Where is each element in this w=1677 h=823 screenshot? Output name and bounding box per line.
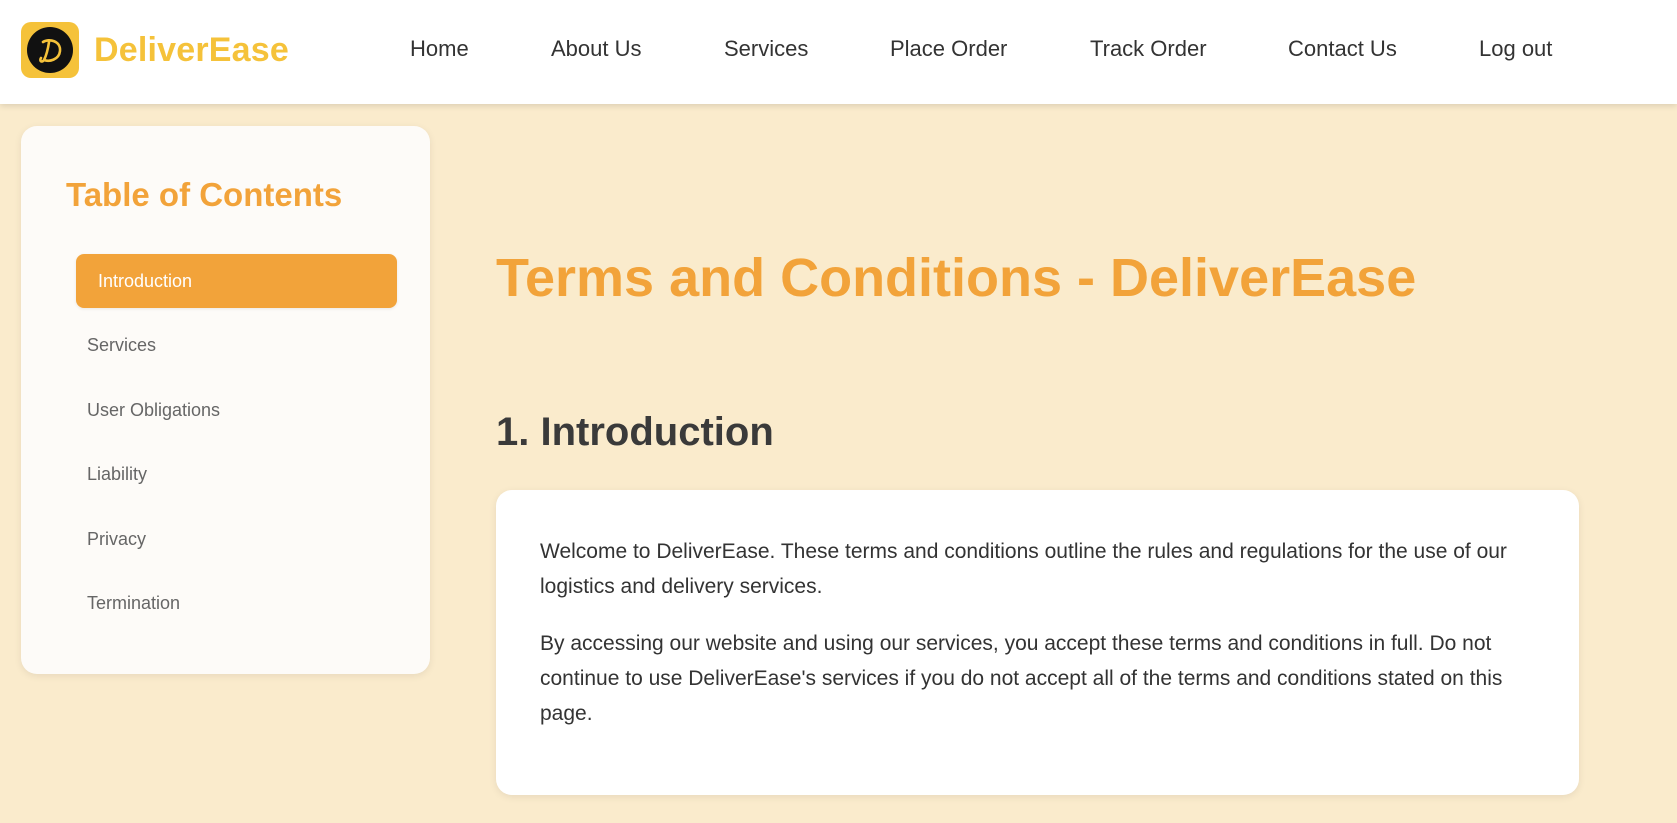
introduction-card: Welcome to DeliverEase. These terms and … (496, 490, 1579, 795)
nav-home-link[interactable]: Home (410, 36, 469, 62)
page-title: Terms and Conditions - DeliverEase (496, 248, 1417, 308)
nav-logout-link[interactable]: Log out (1479, 36, 1552, 62)
toc-item-introduction[interactable]: Introduction (76, 254, 397, 308)
nav-place-order-link[interactable]: Place Order (890, 36, 1007, 62)
toc-item-label: Introduction (98, 271, 193, 291)
top-navbar: DeliverEase Home About Us Services Place… (0, 0, 1677, 104)
nav-services-link[interactable]: Services (724, 36, 808, 62)
toc-item-user-obligations[interactable]: User Obligations (87, 400, 220, 421)
toc-item-termination[interactable]: Termination (87, 593, 180, 614)
acceptance-paragraph: By accessing our website and using our s… (540, 632, 1503, 725)
nav-track-order-link[interactable]: Track Order (1090, 36, 1207, 62)
main-nav: Home About Us Services Place Order Track… (0, 0, 1677, 98)
toc-title: Table of Contents (66, 176, 343, 213)
toc-item-liability[interactable]: Liability (87, 464, 147, 485)
nav-about-link[interactable]: About Us (551, 36, 642, 62)
table-of-contents: Table of Contents Introduction Services … (21, 126, 430, 674)
toc-item-privacy[interactable]: Privacy (87, 529, 146, 550)
nav-contact-link[interactable]: Contact Us (1288, 36, 1397, 62)
section-heading: 1. Introduction (496, 410, 774, 454)
toc-item-services[interactable]: Services (87, 335, 156, 356)
intro-paragraph: Welcome to DeliverEase. These terms and … (540, 540, 1507, 598)
